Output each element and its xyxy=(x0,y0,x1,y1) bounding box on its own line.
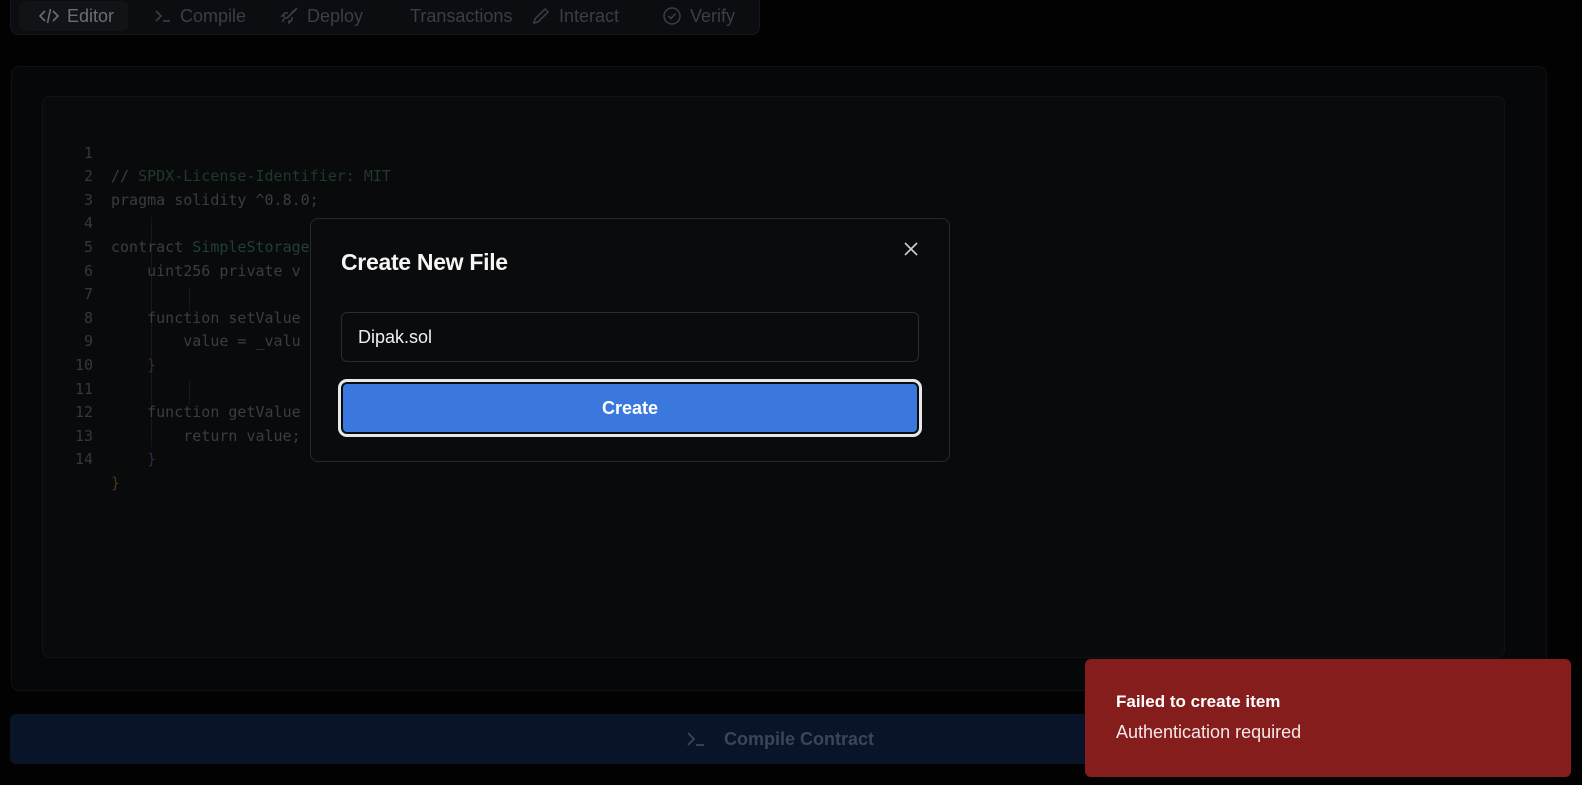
tab-interact-label: Interact xyxy=(559,5,620,26)
line-number: 14 xyxy=(74,450,93,469)
line-content: function getValue xyxy=(111,403,301,422)
pencil-icon xyxy=(532,7,550,25)
code-line: 12 return value; xyxy=(43,378,301,445)
comment-prefix: // xyxy=(111,167,139,186)
tab-editor-label: Editor xyxy=(67,5,115,26)
code-line: 1 // SPDX-License-Identifier: MIT xyxy=(43,118,391,186)
tab-bar: Editor Compile Deploy Transactions Inter… xyxy=(10,0,760,35)
code-line: 14 } xyxy=(43,425,120,492)
code-line: 11 function getValue xyxy=(43,354,301,422)
line-content: // SPDX-License-Identifier: MIT xyxy=(111,165,391,189)
tab-transactions[interactable]: Transactions xyxy=(410,1,512,31)
create-file-dialog: Create New File Create xyxy=(310,218,950,462)
toast-description: Authentication required xyxy=(1116,722,1302,742)
code-line: 9 } xyxy=(43,307,156,374)
close-button[interactable] xyxy=(901,239,921,259)
code-line: 6 xyxy=(43,236,97,280)
tab-verify[interactable]: Verify xyxy=(662,1,735,31)
rocket-icon xyxy=(280,7,298,25)
line-content: value = _valu xyxy=(111,332,301,351)
file-name-input[interactable] xyxy=(341,312,919,362)
tab-editor[interactable]: Editor xyxy=(19,1,129,31)
contract-name: SimpleStorage xyxy=(192,237,310,256)
line-content: uint256 private v xyxy=(111,261,301,280)
terminal-icon xyxy=(155,10,170,22)
check-circle-icon xyxy=(663,7,681,25)
license-comment: SPDX-License-Identifier: MIT xyxy=(138,167,391,186)
code-line: 5 uint256 private v xyxy=(43,212,301,280)
close-icon xyxy=(904,242,918,256)
code-line: 4 contract SimpleStorage { xyxy=(43,189,328,256)
line-content: function setValue xyxy=(111,308,301,327)
dialog-title: Create New File xyxy=(341,249,508,275)
code-icon xyxy=(39,8,59,24)
line-content: } xyxy=(111,355,157,374)
toast-title: Failed to create item xyxy=(1116,692,1281,711)
line-content: pragma solidity ^0.8.0; xyxy=(111,190,319,209)
tab-compile-label: Compile xyxy=(180,5,247,26)
code-line: 2 pragma solidity ^0.8.0; xyxy=(43,142,319,209)
tab-deploy[interactable]: Deploy xyxy=(279,1,363,31)
code-line: 10 xyxy=(43,330,97,374)
error-toast[interactable]: Failed to create item Authentication req… xyxy=(1085,659,1571,777)
line-content: contract SimpleStorage { xyxy=(111,236,328,260)
code-line: 3 xyxy=(43,165,97,209)
compile-contract-label: Compile Contract xyxy=(723,728,874,749)
tab-compile[interactable]: Compile xyxy=(154,1,246,31)
code-line: 8 value = _valu xyxy=(43,283,301,351)
line-content: return value; xyxy=(111,426,301,445)
create-button[interactable]: Create xyxy=(338,379,922,437)
line-content: } xyxy=(111,473,121,492)
terminal-icon xyxy=(687,732,704,746)
line-content: } xyxy=(111,450,157,469)
keyword: contract xyxy=(111,237,193,256)
tab-deploy-label: Deploy xyxy=(307,5,364,26)
tab-transactions-label: Transactions xyxy=(410,5,513,26)
code-line: 7 function setValue xyxy=(43,260,301,327)
tab-verify-label: Verify xyxy=(690,5,736,26)
tab-interact[interactable]: Interact xyxy=(531,1,619,31)
code-line: 13 } xyxy=(43,401,156,469)
